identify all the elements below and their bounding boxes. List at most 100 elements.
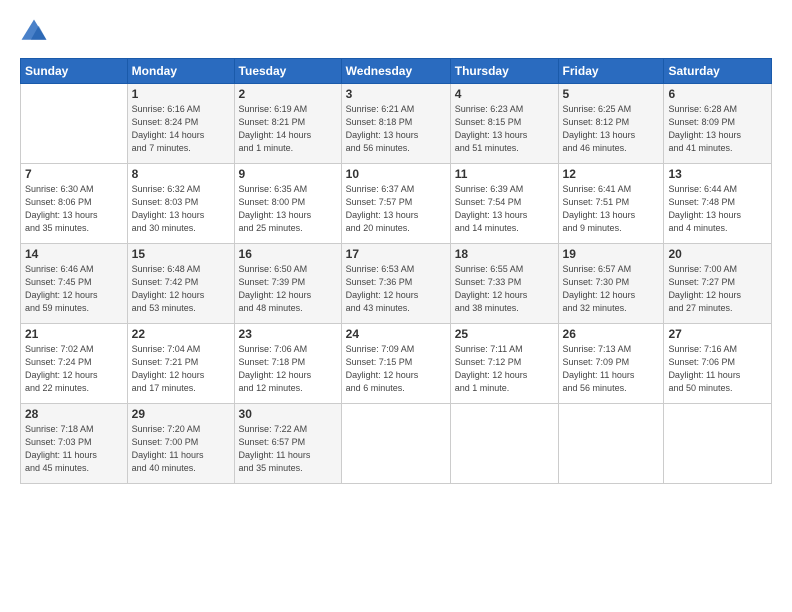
day-info: Sunrise: 7:04 AM Sunset: 7:21 PM Dayligh… — [132, 343, 230, 395]
day-number: 1 — [132, 87, 230, 101]
day-cell: 22 Sunrise: 7:04 AM Sunset: 7:21 PM Dayli… — [127, 324, 234, 404]
day-info: Sunrise: 7:18 AM Sunset: 7:03 PM Dayligh… — [25, 423, 123, 475]
day-cell: 9Sunrise: 6:35 AM Sunset: 8:00 PM Daylig… — [234, 164, 341, 244]
day-number: 5 — [563, 87, 660, 101]
weekday-header-row: SundayMondayTuesdayWednesdayThursdayFrid… — [21, 59, 772, 84]
week-row-1: 1 Sunrise: 6:16 AM Sunset: 8:24 PM Daylig… — [21, 84, 772, 164]
day-info: Sunrise: 6:46 AM Sunset: 7:45 PM Dayligh… — [25, 263, 123, 315]
day-info: Sunrise: 6:32 AM Sunset: 8:03 PM Dayligh… — [132, 183, 230, 235]
day-cell: 8 Sunrise: 6:32 AM Sunset: 8:03 PM Daylig… — [127, 164, 234, 244]
day-cell: 15Sunrise: 6:48 AM Sunset: 7:42 PM Dayli… — [127, 244, 234, 324]
day-cell: 18 Sunrise: 6:55 AM Sunset: 7:33 PM Dayli… — [450, 244, 558, 324]
day-info: Sunrise: 7:13 AM Sunset: 7:09 PM Dayligh… — [563, 343, 660, 395]
day-number: 24 — [346, 327, 446, 341]
day-number: 10 — [346, 167, 446, 181]
day-info: Sunrise: 6:25 AM Sunset: 8:12 PM Dayligh… — [563, 103, 660, 155]
day-cell: 25 Sunrise: 7:11 AM Sunset: 7:12 PM Dayli… — [450, 324, 558, 404]
day-cell: 13 Sunrise: 6:44 AM Sunset: 7:48 PM Dayli… — [664, 164, 772, 244]
weekday-header-tuesday: Tuesday — [234, 59, 341, 84]
day-cell: 29 Sunrise: 7:20 AM Sunset: 7:00 PM Dayli… — [127, 404, 234, 484]
day-info: Sunrise: 7:02 AM Sunset: 7:24 PM Dayligh… — [25, 343, 123, 395]
day-number: 4 — [455, 87, 554, 101]
day-info: Sunrise: 7:11 AM Sunset: 7:12 PM Dayligh… — [455, 343, 554, 395]
day-info: Sunrise: 6:28 AM Sunset: 8:09 PM Dayligh… — [668, 103, 767, 155]
day-cell: 7Sunrise: 6:30 AM Sunset: 8:06 PM Daylig… — [21, 164, 128, 244]
day-cell — [664, 404, 772, 484]
day-number: 22 — [132, 327, 230, 341]
day-cell: 19Sunrise: 6:57 AM Sunset: 7:30 PM Dayli… — [558, 244, 664, 324]
day-info: Sunrise: 7:06 AM Sunset: 7:18 PM Dayligh… — [239, 343, 337, 395]
day-number: 3 — [346, 87, 446, 101]
day-info: Sunrise: 6:21 AM Sunset: 8:18 PM Dayligh… — [346, 103, 446, 155]
day-cell: 14 Sunrise: 6:46 AM Sunset: 7:45 PM Dayli… — [21, 244, 128, 324]
day-info: Sunrise: 6:53 AM Sunset: 7:36 PM Dayligh… — [346, 263, 446, 315]
weekday-header-friday: Friday — [558, 59, 664, 84]
day-cell: 12Sunrise: 6:41 AM Sunset: 7:51 PM Dayli… — [558, 164, 664, 244]
week-row-3: 14 Sunrise: 6:46 AM Sunset: 7:45 PM Dayli… — [21, 244, 772, 324]
day-cell: 11 Sunrise: 6:39 AM Sunset: 7:54 PM Dayli… — [450, 164, 558, 244]
weekday-header-saturday: Saturday — [664, 59, 772, 84]
weekday-header-wednesday: Wednesday — [341, 59, 450, 84]
day-cell: 27Sunrise: 7:16 AM Sunset: 7:06 PM Dayli… — [664, 324, 772, 404]
day-info: Sunrise: 7:09 AM Sunset: 7:15 PM Dayligh… — [346, 343, 446, 395]
day-info: Sunrise: 6:23 AM Sunset: 8:15 PM Dayligh… — [455, 103, 554, 155]
day-cell — [558, 404, 664, 484]
day-info: Sunrise: 6:44 AM Sunset: 7:48 PM Dayligh… — [668, 183, 767, 235]
day-number: 28 — [25, 407, 123, 421]
day-number: 18 — [455, 247, 554, 261]
day-number: 26 — [563, 327, 660, 341]
calendar: SundayMondayTuesdayWednesdayThursdayFrid… — [20, 58, 772, 484]
day-cell: 16Sunrise: 6:50 AM Sunset: 7:39 PM Dayli… — [234, 244, 341, 324]
day-cell: 4 Sunrise: 6:23 AM Sunset: 8:15 PM Daylig… — [450, 84, 558, 164]
day-number: 8 — [132, 167, 230, 181]
day-number: 15 — [132, 247, 230, 261]
day-info: Sunrise: 6:19 AM Sunset: 8:21 PM Dayligh… — [239, 103, 337, 155]
day-number: 12 — [563, 167, 660, 181]
day-number: 27 — [668, 327, 767, 341]
day-cell: 26 Sunrise: 7:13 AM Sunset: 7:09 PM Dayli… — [558, 324, 664, 404]
day-info: Sunrise: 6:39 AM Sunset: 7:54 PM Dayligh… — [455, 183, 554, 235]
day-info: Sunrise: 6:37 AM Sunset: 7:57 PM Dayligh… — [346, 183, 446, 235]
week-row-5: 28 Sunrise: 7:18 AM Sunset: 7:03 PM Dayli… — [21, 404, 772, 484]
day-cell: 1 Sunrise: 6:16 AM Sunset: 8:24 PM Daylig… — [127, 84, 234, 164]
day-info: Sunrise: 6:57 AM Sunset: 7:30 PM Dayligh… — [563, 263, 660, 315]
week-row-2: 7Sunrise: 6:30 AM Sunset: 8:06 PM Daylig… — [21, 164, 772, 244]
day-number: 30 — [239, 407, 337, 421]
day-number: 21 — [25, 327, 123, 341]
day-number: 13 — [668, 167, 767, 181]
day-number: 23 — [239, 327, 337, 341]
day-number: 25 — [455, 327, 554, 341]
day-cell — [450, 404, 558, 484]
day-cell: 6 Sunrise: 6:28 AM Sunset: 8:09 PM Daylig… — [664, 84, 772, 164]
day-cell: 21 Sunrise: 7:02 AM Sunset: 7:24 PM Dayli… — [21, 324, 128, 404]
day-number: 16 — [239, 247, 337, 261]
day-info: Sunrise: 6:55 AM Sunset: 7:33 PM Dayligh… — [455, 263, 554, 315]
day-info: Sunrise: 7:20 AM Sunset: 7:00 PM Dayligh… — [132, 423, 230, 475]
day-number: 14 — [25, 247, 123, 261]
day-cell: 10 Sunrise: 6:37 AM Sunset: 7:57 PM Dayli… — [341, 164, 450, 244]
header — [20, 18, 772, 46]
day-number: 29 — [132, 407, 230, 421]
day-cell: 28 Sunrise: 7:18 AM Sunset: 7:03 PM Dayli… — [21, 404, 128, 484]
logo-icon — [20, 18, 48, 46]
week-row-4: 21 Sunrise: 7:02 AM Sunset: 7:24 PM Dayli… — [21, 324, 772, 404]
day-info: Sunrise: 7:00 AM Sunset: 7:27 PM Dayligh… — [668, 263, 767, 315]
day-number: 2 — [239, 87, 337, 101]
day-cell — [21, 84, 128, 164]
day-cell: 23 Sunrise: 7:06 AM Sunset: 7:18 PM Dayli… — [234, 324, 341, 404]
day-cell: 24 Sunrise: 7:09 AM Sunset: 7:15 PM Dayli… — [341, 324, 450, 404]
day-info: Sunrise: 6:35 AM Sunset: 8:00 PM Dayligh… — [239, 183, 337, 235]
day-info: Sunrise: 6:16 AM Sunset: 8:24 PM Dayligh… — [132, 103, 230, 155]
day-number: 20 — [668, 247, 767, 261]
weekday-header-sunday: Sunday — [21, 59, 128, 84]
day-cell: 20 Sunrise: 7:00 AM Sunset: 7:27 PM Dayli… — [664, 244, 772, 324]
day-info: Sunrise: 6:30 AM Sunset: 8:06 PM Dayligh… — [25, 183, 123, 235]
day-cell: 2 Sunrise: 6:19 AM Sunset: 8:21 PM Daylig… — [234, 84, 341, 164]
weekday-header-monday: Monday — [127, 59, 234, 84]
logo — [20, 18, 52, 46]
day-number: 11 — [455, 167, 554, 181]
day-cell: 17Sunrise: 6:53 AM Sunset: 7:36 PM Dayli… — [341, 244, 450, 324]
weekday-header-thursday: Thursday — [450, 59, 558, 84]
day-number: 6 — [668, 87, 767, 101]
day-cell: 30Sunrise: 7:22 AM Sunset: 6:57 PM Dayli… — [234, 404, 341, 484]
